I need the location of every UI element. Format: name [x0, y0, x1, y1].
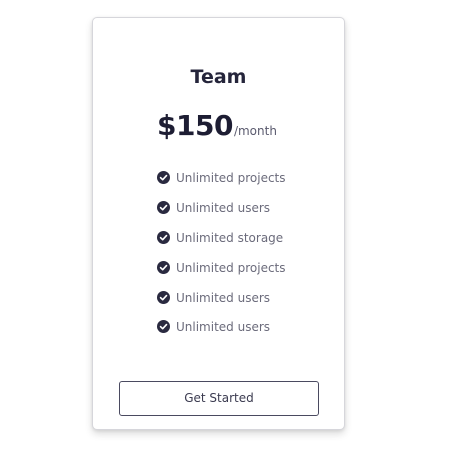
feature-label: Unlimited projects: [176, 171, 286, 185]
price: $150/month: [157, 108, 277, 148]
check-circle-icon: [157, 231, 170, 244]
pricing-card: Team $150/month Unlimited projects Unlim…: [92, 17, 345, 430]
feature-label: Unlimited users: [176, 320, 271, 334]
check-circle-icon: [157, 320, 170, 333]
plan-title: Team: [190, 66, 247, 88]
check-circle-icon: [157, 171, 170, 184]
check-circle-icon: [157, 201, 170, 214]
page: Team $150/month Unlimited projects Unlim…: [0, 0, 450, 450]
feature-label: Unlimited users: [176, 201, 271, 215]
price-amount: $150: [157, 109, 233, 142]
get-started-button[interactable]: Get Started: [119, 381, 319, 416]
feature-label: Unlimited storage: [176, 231, 284, 245]
check-circle-icon: [157, 261, 170, 274]
price-period: /month: [233, 124, 277, 138]
feature-label: Unlimited users: [176, 291, 271, 305]
check-circle-icon: [157, 291, 170, 304]
feature-label: Unlimited projects: [176, 261, 286, 275]
